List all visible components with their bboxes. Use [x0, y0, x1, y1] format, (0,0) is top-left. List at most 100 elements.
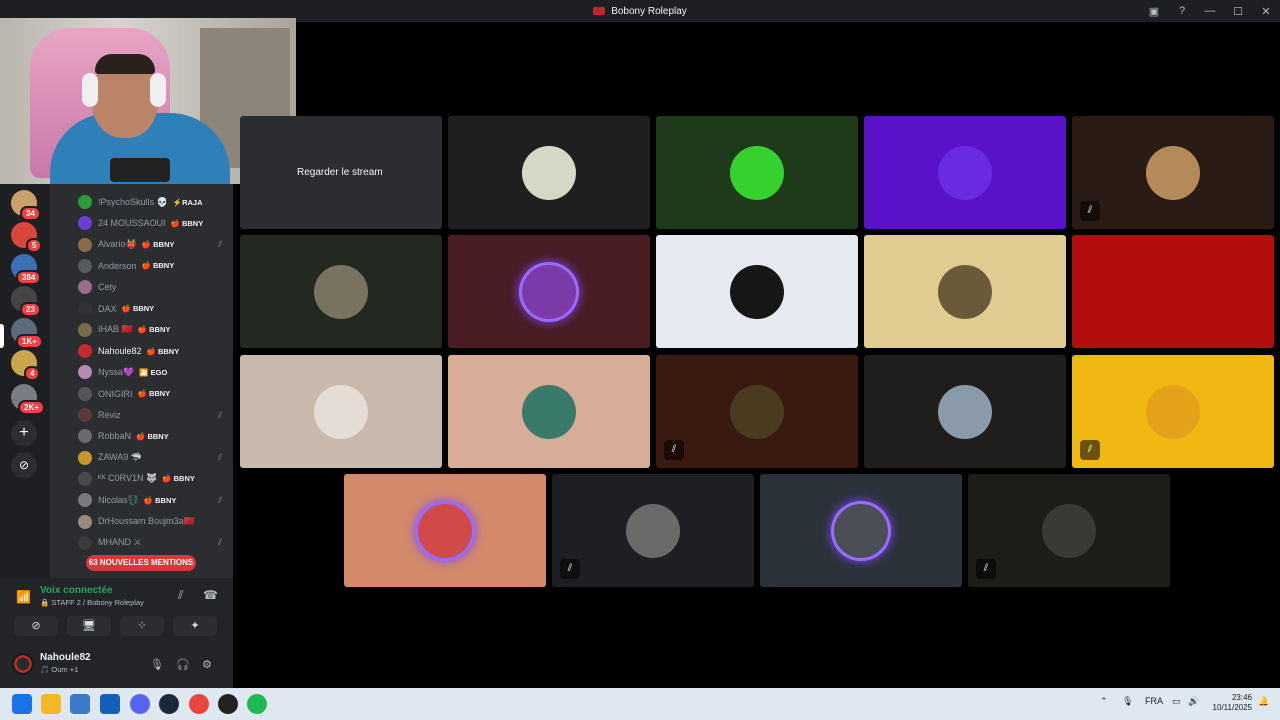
notification-icon[interactable]: 🔔: [1258, 696, 1269, 707]
username[interactable]: Nahoule82: [40, 652, 91, 663]
chrome-icon[interactable]: [189, 694, 209, 714]
watch-stream-tooltip: Regarder le stream: [289, 161, 394, 185]
participant-tile[interactable]: ⫽: [656, 355, 858, 468]
list-item[interactable]: 24 MOUSSAOUI 🍎 BBNY: [78, 213, 228, 233]
list-item[interactable]: ZAWA9 🦈 ⫽: [78, 448, 228, 468]
list-item[interactable]: Nicolas💱 🍎 BBNY ⫽: [78, 490, 228, 510]
list-item[interactable]: Nahoule82 🍎 BBNY: [78, 341, 228, 361]
participant-tile[interactable]: ⫽: [968, 474, 1170, 587]
clock[interactable]: 23:46 10/11/2025: [1213, 693, 1252, 713]
minimize-button[interactable]: —: [1196, 5, 1224, 17]
participant-tile[interactable]: [448, 116, 650, 229]
role-tag: 🍎 BBNY: [141, 240, 175, 250]
notification-badge: 34: [20, 206, 41, 221]
list-item[interactable]: DAX 🍎 BBNY: [78, 299, 228, 319]
participant-tile[interactable]: [656, 235, 858, 348]
avatar: [78, 450, 92, 465]
participant-tile[interactable]: [240, 235, 442, 348]
participant-tile[interactable]: [864, 116, 1066, 229]
file-explorer-icon[interactable]: [41, 694, 61, 714]
role-tag: 🍎 BBNY: [143, 495, 177, 505]
list-item[interactable]: IHAB 🇲🇦 🍎 BBNY: [78, 320, 228, 340]
participant-tile[interactable]: [656, 116, 858, 229]
participant-tile[interactable]: [864, 355, 1066, 468]
list-item[interactable]: Nyssa💜 🎦 EGO: [78, 362, 228, 382]
camera-off-button[interactable]: ⊘: [14, 616, 58, 636]
role-tag: 🍎 BBNY: [121, 304, 155, 313]
activities-button[interactable]: ⁘: [120, 616, 164, 636]
camera-off-icon: ⫽: [1080, 440, 1100, 460]
avatar: [78, 471, 92, 486]
app-icon[interactable]: [218, 694, 238, 714]
participant-tile[interactable]: ⫽: [1072, 116, 1274, 229]
participant-tile[interactable]: [448, 235, 650, 348]
participant-tile[interactable]: ⫽: [552, 474, 754, 587]
disconnect-icon[interactable]: ☎: [203, 588, 218, 602]
signal-icon[interactable]: 📶: [16, 590, 31, 604]
tray-overflow-icon[interactable]: ⌃: [1100, 696, 1108, 707]
avatar: [1042, 504, 1096, 558]
list-item[interactable]: ONIGIRI 🍎 BBNY: [78, 384, 228, 404]
help-icon[interactable]: ?: [1168, 5, 1196, 17]
participant-tile[interactable]: [864, 235, 1066, 348]
discord-icon[interactable]: [130, 694, 150, 714]
screen-share-button[interactable]: 🖥: [67, 616, 111, 636]
close-button[interactable]: ✕: [1252, 5, 1280, 18]
soundboard-button[interactable]: ✦: [173, 616, 217, 636]
microphone-tray-icon[interactable]: 🎙: [1122, 696, 1133, 707]
member-name: !PsychoSkulls 💀: [98, 196, 168, 207]
language-indicator[interactable]: FRA: [1145, 696, 1163, 706]
avatar: [1146, 385, 1200, 439]
camera-off-icon: ⫽: [217, 537, 222, 548]
camera-off-icon: ⫽: [217, 494, 222, 505]
time: 23:46: [1231, 693, 1252, 702]
spotify-icon[interactable]: [247, 694, 267, 714]
outlook-icon[interactable]: [100, 694, 120, 714]
steam-icon[interactable]: [159, 694, 179, 714]
avatar: [938, 265, 992, 319]
volume-icon[interactable]: 🔊: [1188, 696, 1199, 707]
voice-channel[interactable]: 🔒 STAFF 2 / Bobony Roleplay: [40, 598, 144, 607]
member-name: ᴷᴷ C0RV1N 🐺: [98, 473, 158, 484]
maximize-button[interactable]: ☐: [1224, 5, 1252, 18]
list-item[interactable]: Alvario👹 🍎 BBNY ⫽: [78, 235, 228, 255]
member-name: Anderson: [98, 260, 137, 271]
streamer-hair: [95, 54, 155, 74]
avatar: [418, 504, 472, 558]
avatar: [730, 265, 784, 319]
list-item[interactable]: Cety: [78, 277, 228, 297]
avatar: [78, 344, 92, 359]
date: 10/11/2025: [1212, 703, 1252, 712]
add-server-button[interactable]: +: [11, 420, 37, 446]
voice-status[interactable]: Voix connectée: [40, 585, 113, 596]
participant-tile[interactable]: [448, 355, 650, 468]
list-item[interactable]: DrHoussam Boujm3a🇲🇦: [78, 512, 228, 532]
participant-tile[interactable]: [1072, 235, 1274, 348]
avatar: [938, 146, 992, 200]
store-icon[interactable]: [70, 694, 90, 714]
avatar[interactable]: [12, 653, 34, 675]
start-button[interactable]: [12, 694, 32, 714]
avatar: [78, 493, 92, 508]
list-item[interactable]: !PsychoSkulls 💀 ⚡RAJA: [78, 192, 228, 212]
list-item[interactable]: RobbaN 🍎 BBNY: [78, 426, 228, 446]
network-icon[interactable]: ▭: [1172, 696, 1181, 707]
list-item[interactable]: Anderson 🍎 BBNY: [78, 256, 228, 276]
new-mentions-badge[interactable]: 63 NOUVELLES MENTIONS: [86, 555, 196, 571]
list-item[interactable]: ᴷᴷ C0RV1N 🐺 🍎 BBNY: [78, 469, 228, 489]
camera-off-icon: ⫽: [1080, 201, 1100, 221]
settings-gear-icon[interactable]: ⚙: [202, 658, 212, 671]
headphones-icon[interactable]: 🎧: [176, 658, 190, 671]
participant-tile[interactable]: [760, 474, 962, 587]
participant-tile[interactable]: [240, 355, 442, 468]
member-name: DrHoussam Boujm3a🇲🇦: [98, 516, 195, 526]
participant-tile[interactable]: [344, 474, 546, 587]
notification-badge: 4: [24, 366, 41, 381]
list-item[interactable]: MHAND ⚔ ⫽: [78, 533, 228, 553]
list-item[interactable]: Reviz ⫽: [78, 405, 228, 425]
noise-suppression-icon[interactable]: ⫽: [178, 588, 183, 603]
participant-tile[interactable]: ⫽: [1072, 355, 1274, 468]
discover-icon[interactable]: ⊘: [11, 452, 37, 478]
microphone-icon[interactable]: 🎙: [150, 658, 164, 671]
inbox-icon[interactable]: ▣: [1140, 5, 1168, 18]
